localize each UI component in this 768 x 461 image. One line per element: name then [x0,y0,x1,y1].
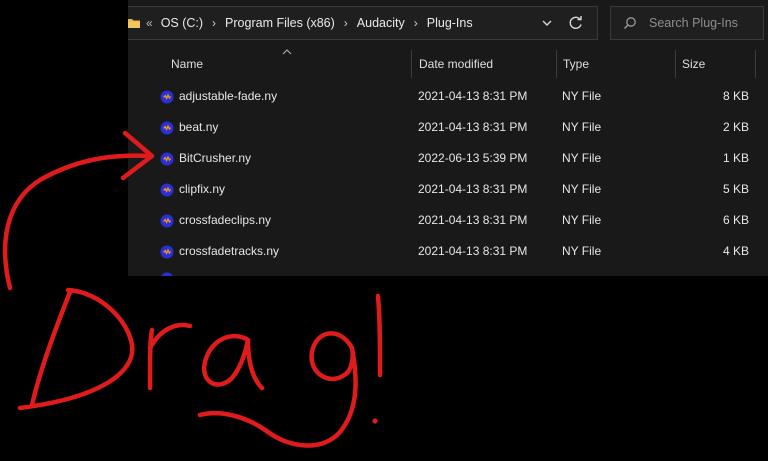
file-size: 1 KB [722,151,749,165]
file-size: 5 KB [722,182,749,196]
breadcrumb-separator[interactable]: › [212,16,216,30]
file-type: NY File [562,120,602,134]
audacity-file-icon [160,121,174,135]
file-row[interactable]: beat.ny 2021-04-13 8:31 PM NY File 2 KB [128,112,768,143]
file-type: NY File [562,151,602,165]
search-input[interactable] [649,7,759,39]
letter-r [147,322,193,391]
file-size: 6 KB [722,213,749,227]
letter-exclamation [375,293,383,378]
file-name: clipfix.ny [179,182,226,196]
column-header-type[interactable]: Type [557,50,676,78]
file-date-modified: 2021-04-13 8:31 PM [418,182,528,196]
file-size: 2 KB [722,120,749,134]
file-row[interactable]: crossfadetracks.ny 2021-04-13 8:31 PM NY… [128,236,768,267]
chevron-down-icon[interactable] [540,16,554,30]
audacity-file-icon [160,245,174,259]
file-date-modified: 2021-04-13 8:31 PM [418,213,528,227]
file-type: NY File [562,213,602,227]
file-size: 4 KB [722,244,749,258]
file-name: beat.ny [179,120,219,134]
search-box[interactable] [610,6,764,40]
column-header-date-modified[interactable]: Date modified [413,50,557,78]
audacity-file-icon [160,90,174,104]
file-row[interactable]: adjustable-fade.ny 2021-04-13 8:31 PM NY… [128,81,768,112]
file-type: NY File [562,244,602,258]
screen: « OS (C:) › Program Files (x86) › Audaci… [0,0,768,461]
breadcrumb-separator[interactable]: › [344,16,348,30]
file-date-modified: 2021-04-13 8:31 PM [418,244,528,258]
audacity-file-icon [160,183,174,197]
file-row[interactable]: clipfix.ny 2021-04-13 8:31 PM NY File 5 … [128,174,768,205]
file-row[interactable]: crossfadeclips.ny 2021-04-13 8:31 PM NY … [128,205,768,236]
file-date-modified: 2022-06-13 5:39 PM [418,151,528,165]
file-type: NY File [562,89,602,103]
file-row[interactable]: BitCrusher.ny 2022-06-13 5:39 PM NY File… [128,143,768,174]
search-icon [624,17,636,29]
file-list: adjustable-fade.ny 2021-04-13 8:31 PM NY… [128,81,768,267]
file-name: BitCrusher.ny [179,151,252,165]
file-date-modified: 2021-04-13 8:31 PM [418,120,528,134]
audacity-file-icon [160,152,174,166]
exclamation-dot [372,418,378,424]
file-size: 8 KB [722,89,749,103]
file-name: crossfadeclips.ny [179,213,272,227]
file-name: adjustable-fade.ny [179,89,278,103]
breadcrumb-separator[interactable]: › [414,16,418,30]
breadcrumb-overflow[interactable]: « [146,16,153,30]
breadcrumb-item-drive[interactable]: OS (C:) [161,16,203,30]
folder-icon [128,19,140,28]
audacity-file-icon [161,272,173,276]
letter-d [17,287,135,411]
letter-a [201,333,265,391]
breadcrumb-item-program-files[interactable]: Program Files (x86) [225,16,335,30]
file-date-modified: 2021-04-13 8:31 PM [418,89,528,103]
column-header-size[interactable]: Size [676,50,756,78]
breadcrumb-item-plug-ins[interactable]: Plug-Ins [427,16,473,30]
address-bar[interactable]: « OS (C:) › Program Files (x86) › Audaci… [128,6,598,40]
letter-g [197,331,358,448]
refresh-icon[interactable] [566,14,586,32]
column-header-name[interactable]: Name [165,50,412,78]
file-explorer-window: « OS (C:) › Program Files (x86) › Audaci… [128,0,768,276]
audacity-file-icon [160,214,174,228]
breadcrumb-item-audacity[interactable]: Audacity [357,16,405,30]
file-type: NY File [562,182,602,196]
column-header-row: Name Date modified Type Size [128,50,768,78]
file-name: crossfadetracks.ny [179,244,280,258]
breadcrumb: « OS (C:) › Program Files (x86) › Audaci… [146,7,473,39]
